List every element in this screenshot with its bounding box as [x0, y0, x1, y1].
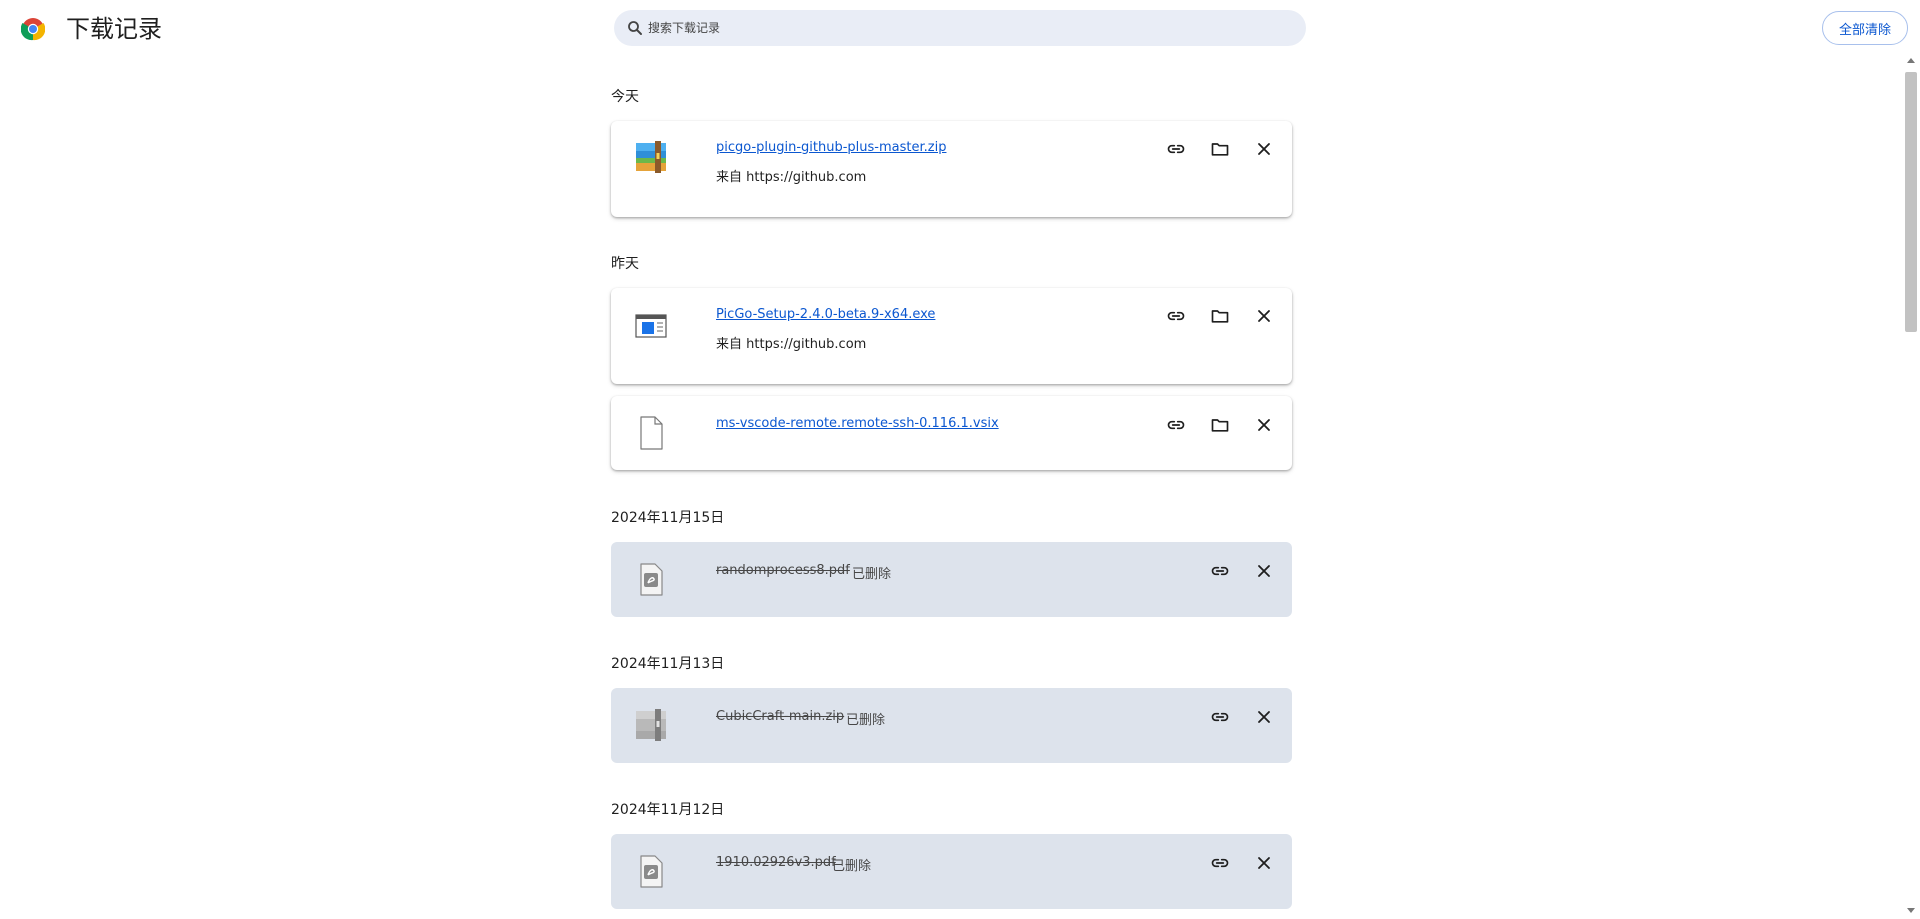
- remove-button[interactable]: [1252, 559, 1276, 583]
- scroll-up-arrow-icon[interactable]: [1907, 58, 1915, 63]
- blank-file-icon: [640, 416, 663, 450]
- top-bar: 下载记录 全部清除: [0, 0, 1920, 56]
- date-header: 2024年11月12日: [611, 802, 725, 818]
- remove-button[interactable]: [1252, 304, 1276, 328]
- date-header: 2024年11月13日: [611, 656, 725, 672]
- show-in-folder-button[interactable]: [1208, 137, 1232, 161]
- search-input[interactable]: [648, 10, 1288, 46]
- copy-link-button[interactable]: [1164, 413, 1188, 437]
- file-source: 来自 https://github.com: [716, 170, 867, 185]
- download-item-deleted: 1910.02926v3.pdf 已删除: [611, 834, 1292, 909]
- link-icon: [1211, 566, 1229, 576]
- pdf-file-icon: [640, 855, 663, 888]
- date-header-today: 今天: [611, 89, 639, 105]
- search-icon: [628, 21, 642, 35]
- file-source: 来自 https://github.com: [716, 337, 867, 352]
- copy-link-button[interactable]: [1208, 559, 1232, 583]
- close-icon: [1258, 143, 1270, 155]
- close-icon: [1258, 419, 1270, 431]
- show-in-folder-button[interactable]: [1208, 413, 1232, 437]
- download-item-deleted: randomprocess8.pdf 已删除: [611, 542, 1292, 617]
- search-bar[interactable]: [614, 10, 1306, 46]
- copy-link-button[interactable]: [1164, 304, 1188, 328]
- zip-archive-icon: [636, 141, 666, 173]
- deleted-status: 已删除: [852, 567, 892, 582]
- download-item: picgo-plugin-github-plus-master.zip 来自 h…: [611, 121, 1292, 217]
- remove-button[interactable]: [1252, 705, 1276, 729]
- file-name-deleted: CubicCraft-main.zip: [716, 709, 845, 724]
- link-icon: [1211, 712, 1229, 722]
- download-item: ms-vscode-remote.remote-ssh-0.116.1.vsix: [611, 396, 1292, 470]
- chrome-logo-icon: [21, 18, 45, 41]
- close-icon: [1258, 310, 1270, 322]
- link-icon: [1167, 311, 1185, 321]
- download-item: PicGo-Setup-2.4.0-beta.9-x64.exe 来自 http…: [611, 288, 1292, 384]
- file-name-link[interactable]: PicGo-Setup-2.4.0-beta.9-x64.exe: [716, 307, 935, 322]
- file-name-link[interactable]: ms-vscode-remote.remote-ssh-0.116.1.vsix: [716, 416, 999, 431]
- scrollbar-thumb[interactable]: [1905, 72, 1917, 332]
- deleted-status: 已删除: [832, 859, 872, 874]
- deleted-status: 已删除: [846, 713, 886, 728]
- close-icon: [1258, 565, 1270, 577]
- page-title: 下载记录: [66, 15, 162, 43]
- date-header-yesterday: 昨天: [611, 256, 639, 272]
- file-name-deleted: 1910.02926v3.pdf: [716, 855, 836, 870]
- exe-window-icon: [635, 314, 667, 338]
- file-name-link[interactable]: picgo-plugin-github-plus-master.zip: [716, 140, 946, 155]
- copy-link-button[interactable]: [1208, 705, 1232, 729]
- link-icon: [1167, 144, 1185, 154]
- date-header: 2024年11月15日: [611, 510, 725, 526]
- pdf-file-icon: [640, 563, 663, 596]
- close-icon: [1258, 857, 1270, 869]
- zip-archive-icon: [636, 709, 666, 741]
- folder-icon: [1211, 419, 1229, 432]
- clear-all-button[interactable]: 全部清除: [1822, 11, 1908, 45]
- remove-button[interactable]: [1252, 137, 1276, 161]
- copy-link-button[interactable]: [1208, 851, 1232, 875]
- file-name-deleted: randomprocess8.pdf: [716, 563, 850, 578]
- link-icon: [1167, 420, 1185, 430]
- remove-button[interactable]: [1252, 413, 1276, 437]
- scroll-down-arrow-icon[interactable]: [1907, 908, 1915, 913]
- show-in-folder-button[interactable]: [1208, 304, 1232, 328]
- copy-link-button[interactable]: [1164, 137, 1188, 161]
- folder-icon: [1211, 143, 1229, 156]
- download-item-deleted: CubicCraft-main.zip 已删除: [611, 688, 1292, 763]
- close-icon: [1258, 711, 1270, 723]
- link-icon: [1211, 858, 1229, 868]
- folder-icon: [1211, 310, 1229, 323]
- remove-button[interactable]: [1252, 851, 1276, 875]
